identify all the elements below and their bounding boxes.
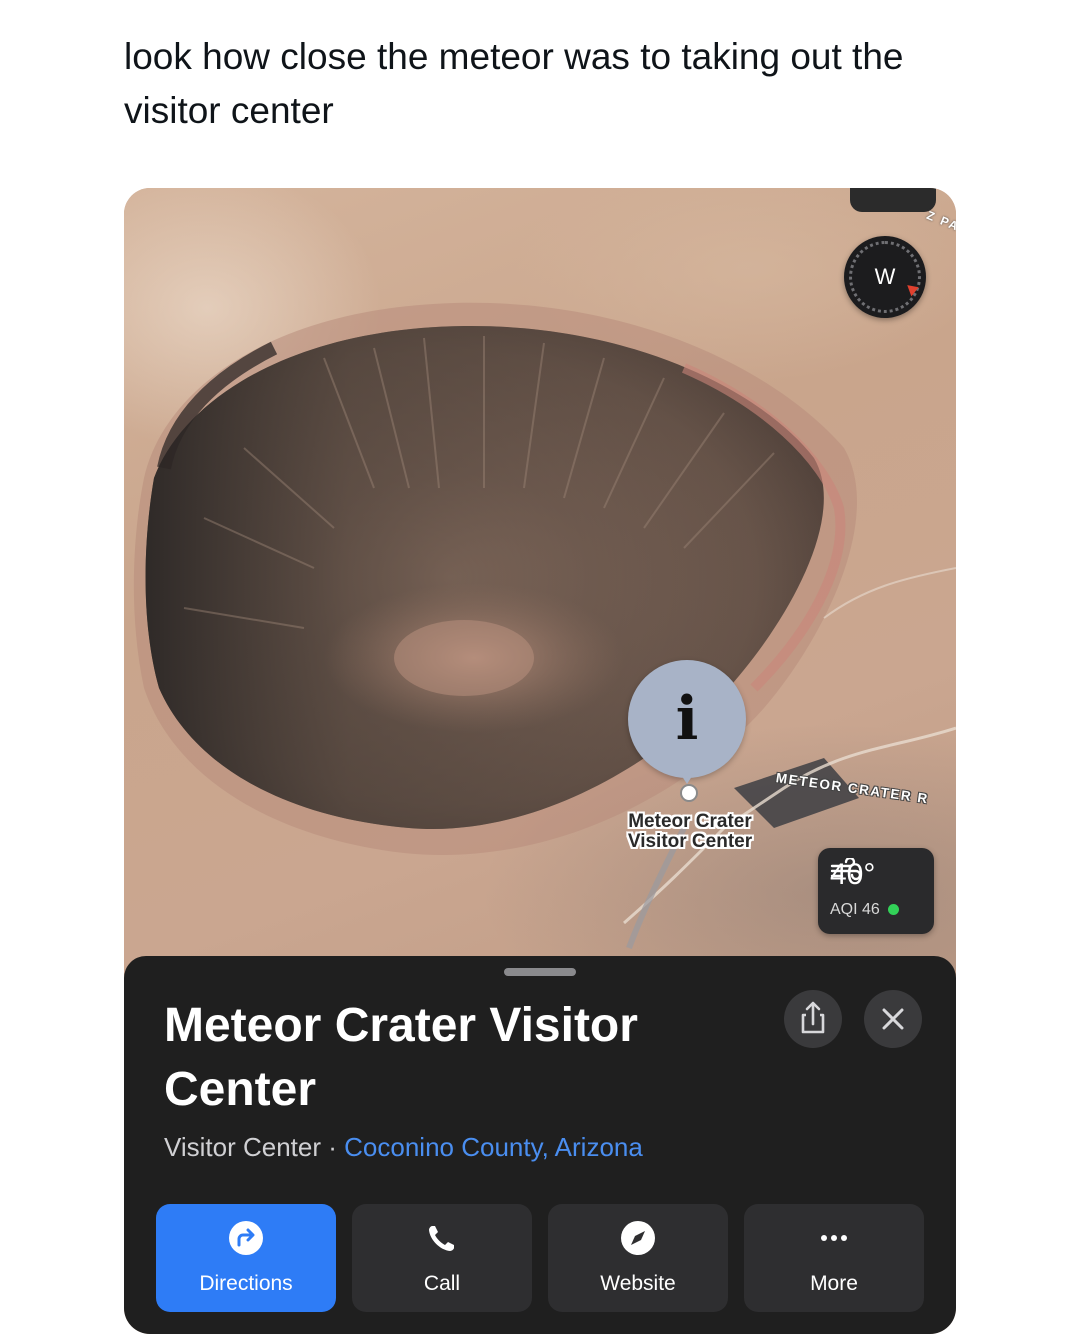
place-category: Visitor Center ·: [164, 1132, 345, 1162]
action-buttons: Directions Call Website More: [156, 1204, 926, 1312]
directions-icon: [229, 1221, 263, 1255]
compass-heading-letter: W: [874, 264, 896, 289]
pin-location-dot: [680, 784, 698, 802]
call-button[interactable]: Call: [352, 1204, 532, 1312]
maps-screenshot: Z PA W METEOR CRATER R i Meteor Crater V…: [124, 188, 956, 1334]
place-map-label[interactable]: Meteor Crater Visitor Center: [610, 812, 770, 852]
post-caption: look how close the meteor was to taking …: [124, 36, 904, 131]
call-label: Call: [423, 1272, 461, 1295]
directions-button[interactable]: Directions: [156, 1204, 336, 1312]
place-subtitle: Visitor Center · Coconino County, Arizon…: [164, 1132, 643, 1163]
more-button[interactable]: More: [744, 1204, 924, 1312]
aqi-value: AQI 46: [830, 901, 880, 918]
phone-icon: [429, 1226, 454, 1251]
place-title: Meteor Crater Visitor Center: [164, 999, 638, 1116]
share-icon: [801, 1001, 825, 1034]
aqi-status-dot: [887, 904, 899, 916]
location-link[interactable]: Coconino County, Arizona: [344, 1132, 643, 1162]
place-map-label-line2: Visitor Center: [627, 831, 753, 852]
close-icon: [882, 1008, 904, 1030]
info-pin[interactable]: i: [628, 660, 746, 784]
wind-icon: [830, 858, 862, 881]
temperature-row: 40°: [830, 858, 875, 892]
share-button[interactable]: [784, 990, 842, 1048]
close-button[interactable]: [864, 990, 922, 1048]
directions-label: Directions: [199, 1272, 293, 1295]
website-label: Website: [600, 1272, 676, 1295]
place-card-sheet[interactable]: Meteor Crater Visitor Center Visitor Cen…: [124, 956, 956, 1334]
ellipsis-icon: [821, 1235, 847, 1241]
dynamic-island: [850, 188, 936, 212]
aqi-row: AQI 46: [830, 900, 899, 920]
sheet-grabber[interactable]: [504, 968, 576, 976]
satellite-map[interactable]: Z PA W METEOR CRATER R i Meteor Crater V…: [124, 188, 956, 988]
compass-icon: [621, 1221, 655, 1255]
weather-widget[interactable]: 40° AQI 46: [818, 848, 934, 934]
info-icon: i: [675, 684, 699, 754]
compass-button[interactable]: W: [844, 236, 926, 318]
more-label: More: [810, 1272, 858, 1295]
place-map-label-line1: Meteor Crater: [628, 811, 752, 832]
website-button[interactable]: Website: [548, 1204, 728, 1312]
